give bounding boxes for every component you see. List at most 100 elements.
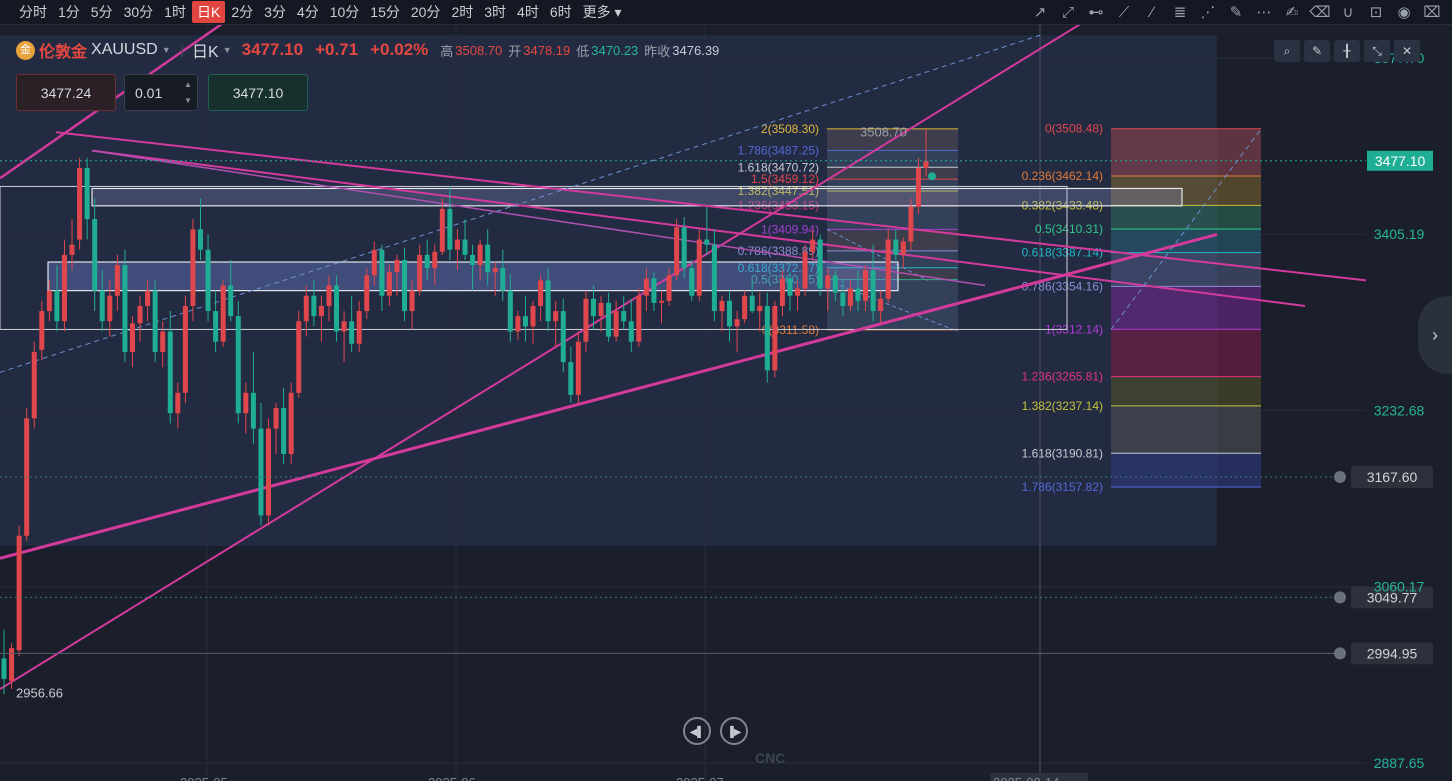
candle-body[interactable] [621,311,627,322]
candle-body[interactable] [243,392,249,414]
candle-body[interactable] [402,259,408,312]
candle-body[interactable] [734,319,740,327]
candle-body[interactable] [507,290,513,332]
candle-body[interactable] [175,392,181,414]
candle-body[interactable] [341,321,347,332]
lock-icon[interactable]: ⊡ [1362,3,1390,21]
candle-body[interactable] [772,305,778,371]
period-dropdown-icon[interactable]: ▼ [223,45,232,55]
candle-body[interactable] [250,392,256,429]
candle-body[interactable] [190,229,196,306]
candle-body[interactable] [356,311,362,344]
timeframe-tab[interactable]: 5分 [86,1,118,23]
candle-body[interactable] [447,208,453,250]
symbol-name[interactable]: 伦敦金 [39,38,87,62]
candle-body[interactable] [92,219,98,291]
candle-body[interactable] [281,408,287,455]
candle-body[interactable] [364,275,370,312]
candle-body[interactable] [915,168,921,207]
candle-body[interactable] [658,300,664,303]
decrement-icon[interactable]: ▼ [182,94,194,108]
candle-body[interactable] [923,160,929,169]
chart-area[interactable]: 0(3508.48)0.236(3462.14)0.382(3433.48)0.… [0,25,1452,781]
candle-body[interactable] [137,305,143,324]
candle-body[interactable] [530,305,536,327]
timeframe-tab[interactable]: 3时 [479,1,511,23]
candle-body[interactable] [462,239,468,255]
candle-body[interactable] [689,268,695,296]
brush-icon[interactable]: ∕ [1138,4,1166,21]
candle-body[interactable] [122,265,128,352]
fan-icon[interactable]: ⋰ [1194,3,1222,21]
close-icon[interactable]: ✕ [1394,40,1420,62]
candle-body[interactable] [802,251,808,289]
candle-body[interactable] [77,168,83,240]
candle-body[interactable] [334,285,340,332]
candle-body[interactable] [590,298,596,317]
candle-body[interactable] [870,270,876,312]
timeframe-tab[interactable]: 6时 [545,1,577,23]
expand-icon[interactable]: ⤡ [1364,40,1390,62]
candle-body[interactable] [99,290,105,322]
candle-body[interactable] [666,275,672,301]
candle-body[interactable] [522,316,528,327]
candle-body[interactable] [719,300,725,312]
candle-body[interactable] [825,275,831,289]
candle-body[interactable] [711,244,717,312]
candle-body[interactable] [311,295,317,317]
candle-body[interactable] [817,239,823,289]
bell-icon[interactable] [1334,591,1346,604]
candle-body[interactable] [1,658,7,679]
candle-type-icon[interactable]: ╂ [1334,40,1360,62]
symbol-code[interactable]: XAUUSD [91,41,158,59]
candle-body[interactable] [764,305,770,371]
candle-body[interactable] [258,428,264,516]
candle-body[interactable] [39,311,45,350]
candle-body[interactable] [795,288,801,296]
timeframe-tab[interactable]: 1分 [53,1,85,23]
candle-body[interactable] [213,311,219,342]
timeframe-tab[interactable]: 分时 [14,1,52,23]
candle-body[interactable] [197,229,203,250]
timeframe-tab[interactable]: 3分 [259,1,291,23]
timeframe-tab[interactable]: 2分 [226,1,258,23]
trend-line-icon[interactable]: ↗ [1026,3,1054,21]
candle-body[interactable] [228,285,234,317]
bell-icon[interactable] [1334,470,1346,483]
period-label[interactable]: 日K [192,38,219,62]
candle-body[interactable] [568,362,574,395]
candle-body[interactable] [288,392,294,455]
candle-body[interactable] [500,268,506,291]
candle-body[interactable] [810,239,816,252]
timeframe-tab[interactable]: 更多 ▾ [578,1,627,23]
candle-body[interactable] [628,321,634,342]
candle-body[interactable] [840,292,846,306]
candle-body[interactable] [832,275,838,293]
candle-body[interactable] [31,351,37,419]
candle-body[interactable] [674,227,680,276]
candle-body[interactable] [477,244,483,266]
candle-body[interactable] [681,227,687,269]
increment-icon[interactable]: ▲ [182,78,194,92]
candle-body[interactable] [727,300,733,327]
candle-body[interactable] [560,311,566,363]
symbol-dropdown-icon[interactable]: ▼ [162,45,171,55]
candle-body[interactable] [757,305,763,312]
candle-body[interactable] [235,316,241,414]
timeframe-tab[interactable]: 4时 [512,1,544,23]
candle-body[interactable] [409,290,415,312]
timeframe-tab[interactable]: 10分 [325,1,365,23]
candle-body[interactable] [303,295,309,322]
candle-body[interactable] [424,254,430,269]
candle-body[interactable] [696,239,702,296]
candle-body[interactable] [454,239,460,250]
eraser-icon[interactable]: ⌫ [1306,3,1334,21]
candle-body[interactable] [787,278,793,296]
candle-body[interactable] [575,341,581,395]
candle-body[interactable] [613,311,619,337]
candle-body[interactable] [553,311,559,322]
candle-body[interactable] [220,285,226,342]
candle-body[interactable] [386,272,392,296]
candle-body[interactable] [885,239,891,299]
timeframe-tab[interactable]: 2时 [446,1,478,23]
